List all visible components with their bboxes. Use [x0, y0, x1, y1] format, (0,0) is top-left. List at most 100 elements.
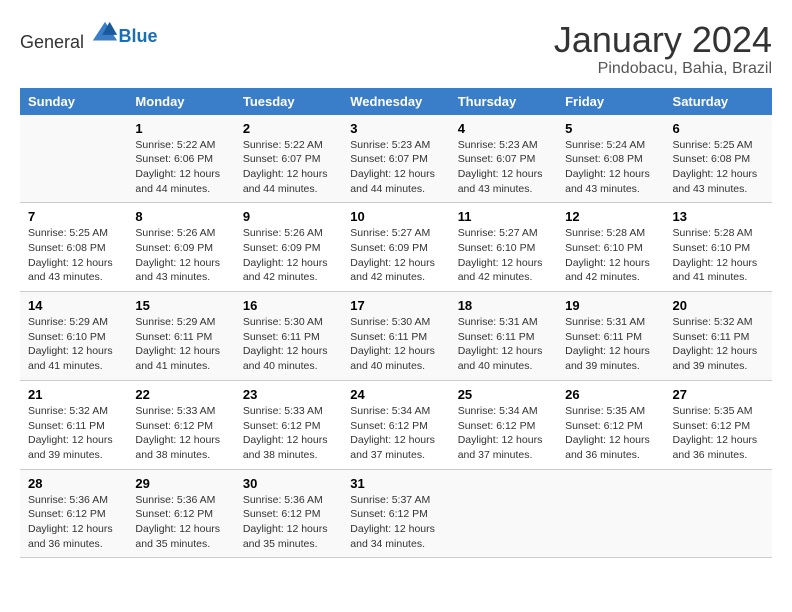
day-number: 6	[673, 121, 764, 136]
day-number: 30	[243, 476, 334, 491]
calendar-week-row: 21 Sunrise: 5:32 AM Sunset: 6:11 PM Dayli…	[20, 380, 772, 469]
day-info: Sunrise: 5:27 AM Sunset: 6:10 PM Dayligh…	[458, 226, 549, 285]
day-info: Sunrise: 5:25 AM Sunset: 6:08 PM Dayligh…	[28, 226, 119, 285]
day-info: Sunrise: 5:22 AM Sunset: 6:07 PM Dayligh…	[243, 138, 334, 197]
day-info: Sunrise: 5:31 AM Sunset: 6:11 PM Dayligh…	[458, 315, 549, 374]
weekday-header: Saturday	[665, 88, 772, 115]
calendar-cell: 23 Sunrise: 5:33 AM Sunset: 6:12 PM Dayli…	[235, 380, 342, 469]
day-info: Sunrise: 5:22 AM Sunset: 6:06 PM Dayligh…	[135, 138, 226, 197]
calendar-cell	[20, 115, 127, 203]
day-info: Sunrise: 5:23 AM Sunset: 6:07 PM Dayligh…	[350, 138, 441, 197]
calendar-cell: 27Sunrise: 5:35 AM Sunset: 6:12 PM Dayli…	[665, 380, 772, 469]
weekday-header: Thursday	[450, 88, 557, 115]
day-info: Sunrise: 5:28 AM Sunset: 6:10 PM Dayligh…	[673, 226, 764, 285]
calendar-week-row: 1 Sunrise: 5:22 AM Sunset: 6:06 PM Daylig…	[20, 115, 772, 203]
logo-icon	[91, 20, 119, 48]
day-info: Sunrise: 5:31 AM Sunset: 6:11 PM Dayligh…	[565, 315, 656, 374]
day-info: Sunrise: 5:36 AM Sunset: 6:12 PM Dayligh…	[28, 493, 119, 552]
calendar-cell: 31 Sunrise: 5:37 AM Sunset: 6:12 PM Dayli…	[342, 469, 449, 558]
calendar-cell: 16Sunrise: 5:30 AM Sunset: 6:11 PM Dayli…	[235, 292, 342, 381]
calendar-week-row: 7 Sunrise: 5:25 AM Sunset: 6:08 PM Daylig…	[20, 203, 772, 292]
day-number: 20	[673, 298, 764, 313]
calendar-cell: 14 Sunrise: 5:29 AM Sunset: 6:10 PM Dayli…	[20, 292, 127, 381]
calendar-cell: 10Sunrise: 5:27 AM Sunset: 6:09 PM Dayli…	[342, 203, 449, 292]
calendar-cell: 5Sunrise: 5:24 AM Sunset: 6:08 PM Daylig…	[557, 115, 664, 203]
calendar-cell: 11Sunrise: 5:27 AM Sunset: 6:10 PM Dayli…	[450, 203, 557, 292]
day-number: 1	[135, 121, 226, 136]
location-title: Pindobacu, Bahia, Brazil	[554, 60, 772, 78]
day-info: Sunrise: 5:26 AM Sunset: 6:09 PM Dayligh…	[243, 226, 334, 285]
day-number: 28	[28, 476, 119, 491]
day-info: Sunrise: 5:30 AM Sunset: 6:11 PM Dayligh…	[350, 315, 441, 374]
day-number: 8	[135, 209, 226, 224]
calendar-cell: 4Sunrise: 5:23 AM Sunset: 6:07 PM Daylig…	[450, 115, 557, 203]
calendar-cell: 12 Sunrise: 5:28 AM Sunset: 6:10 PM Dayli…	[557, 203, 664, 292]
day-number: 27	[673, 387, 764, 402]
day-number: 19	[565, 298, 656, 313]
day-number: 7	[28, 209, 119, 224]
calendar-cell: 2 Sunrise: 5:22 AM Sunset: 6:07 PM Daylig…	[235, 115, 342, 203]
calendar-cell: 7 Sunrise: 5:25 AM Sunset: 6:08 PM Daylig…	[20, 203, 127, 292]
day-number: 14	[28, 298, 119, 313]
weekday-header: Tuesday	[235, 88, 342, 115]
day-number: 24	[350, 387, 441, 402]
day-info: Sunrise: 5:29 AM Sunset: 6:10 PM Dayligh…	[28, 315, 119, 374]
calendar-cell: 9Sunrise: 5:26 AM Sunset: 6:09 PM Daylig…	[235, 203, 342, 292]
weekday-header: Friday	[557, 88, 664, 115]
calendar-cell: 20 Sunrise: 5:32 AM Sunset: 6:11 PM Dayli…	[665, 292, 772, 381]
day-info: Sunrise: 5:33 AM Sunset: 6:12 PM Dayligh…	[243, 404, 334, 463]
calendar-week-row: 14 Sunrise: 5:29 AM Sunset: 6:10 PM Dayli…	[20, 292, 772, 381]
calendar-cell: 8 Sunrise: 5:26 AM Sunset: 6:09 PM Daylig…	[127, 203, 234, 292]
weekday-header-row: SundayMondayTuesdayWednesdayThursdayFrid…	[20, 88, 772, 115]
calendar-cell: 18 Sunrise: 5:31 AM Sunset: 6:11 PM Dayli…	[450, 292, 557, 381]
day-number: 18	[458, 298, 549, 313]
day-number: 17	[350, 298, 441, 313]
day-info: Sunrise: 5:34 AM Sunset: 6:12 PM Dayligh…	[350, 404, 441, 463]
day-number: 12	[565, 209, 656, 224]
page-header: General Blue January 2024 Pindobacu, Bah…	[20, 20, 772, 78]
day-info: Sunrise: 5:32 AM Sunset: 6:11 PM Dayligh…	[673, 315, 764, 374]
day-info: Sunrise: 5:32 AM Sunset: 6:11 PM Dayligh…	[28, 404, 119, 463]
day-number: 31	[350, 476, 441, 491]
day-number: 22	[135, 387, 226, 402]
day-info: Sunrise: 5:34 AM Sunset: 6:12 PM Dayligh…	[458, 404, 549, 463]
calendar-cell: 15Sunrise: 5:29 AM Sunset: 6:11 PM Dayli…	[127, 292, 234, 381]
calendar-cell: 24 Sunrise: 5:34 AM Sunset: 6:12 PM Dayli…	[342, 380, 449, 469]
logo-blue: Blue	[119, 26, 158, 46]
calendar-cell: 6Sunrise: 5:25 AM Sunset: 6:08 PM Daylig…	[665, 115, 772, 203]
day-info: Sunrise: 5:28 AM Sunset: 6:10 PM Dayligh…	[565, 226, 656, 285]
day-info: Sunrise: 5:27 AM Sunset: 6:09 PM Dayligh…	[350, 226, 441, 285]
calendar-week-row: 28 Sunrise: 5:36 AM Sunset: 6:12 PM Dayli…	[20, 469, 772, 558]
day-number: 2	[243, 121, 334, 136]
weekday-header: Monday	[127, 88, 234, 115]
month-title: January 2024	[554, 20, 772, 60]
calendar-cell: 17 Sunrise: 5:30 AM Sunset: 6:11 PM Dayli…	[342, 292, 449, 381]
day-number: 3	[350, 121, 441, 136]
calendar-cell	[450, 469, 557, 558]
calendar-cell: 3 Sunrise: 5:23 AM Sunset: 6:07 PM Daylig…	[342, 115, 449, 203]
day-number: 21	[28, 387, 119, 402]
weekday-header: Wednesday	[342, 88, 449, 115]
day-info: Sunrise: 5:36 AM Sunset: 6:12 PM Dayligh…	[243, 493, 334, 552]
calendar-table: SundayMondayTuesdayWednesdayThursdayFrid…	[20, 88, 772, 559]
day-number: 29	[135, 476, 226, 491]
calendar-cell: 28 Sunrise: 5:36 AM Sunset: 6:12 PM Dayli…	[20, 469, 127, 558]
weekday-header: Sunday	[20, 88, 127, 115]
calendar-cell: 13 Sunrise: 5:28 AM Sunset: 6:10 PM Dayli…	[665, 203, 772, 292]
calendar-cell: 22 Sunrise: 5:33 AM Sunset: 6:12 PM Dayli…	[127, 380, 234, 469]
calendar-cell: 26Sunrise: 5:35 AM Sunset: 6:12 PM Dayli…	[557, 380, 664, 469]
day-info: Sunrise: 5:33 AM Sunset: 6:12 PM Dayligh…	[135, 404, 226, 463]
calendar-cell	[665, 469, 772, 558]
day-info: Sunrise: 5:37 AM Sunset: 6:12 PM Dayligh…	[350, 493, 441, 552]
day-info: Sunrise: 5:26 AM Sunset: 6:09 PM Dayligh…	[135, 226, 226, 285]
logo-general: General	[20, 32, 84, 52]
day-info: Sunrise: 5:35 AM Sunset: 6:12 PM Dayligh…	[565, 404, 656, 463]
day-info: Sunrise: 5:36 AM Sunset: 6:12 PM Dayligh…	[135, 493, 226, 552]
calendar-cell: 1 Sunrise: 5:22 AM Sunset: 6:06 PM Daylig…	[127, 115, 234, 203]
day-info: Sunrise: 5:23 AM Sunset: 6:07 PM Dayligh…	[458, 138, 549, 197]
calendar-cell: 29 Sunrise: 5:36 AM Sunset: 6:12 PM Dayli…	[127, 469, 234, 558]
logo: General Blue	[20, 20, 158, 53]
day-number: 13	[673, 209, 764, 224]
day-number: 23	[243, 387, 334, 402]
day-info: Sunrise: 5:24 AM Sunset: 6:08 PM Dayligh…	[565, 138, 656, 197]
